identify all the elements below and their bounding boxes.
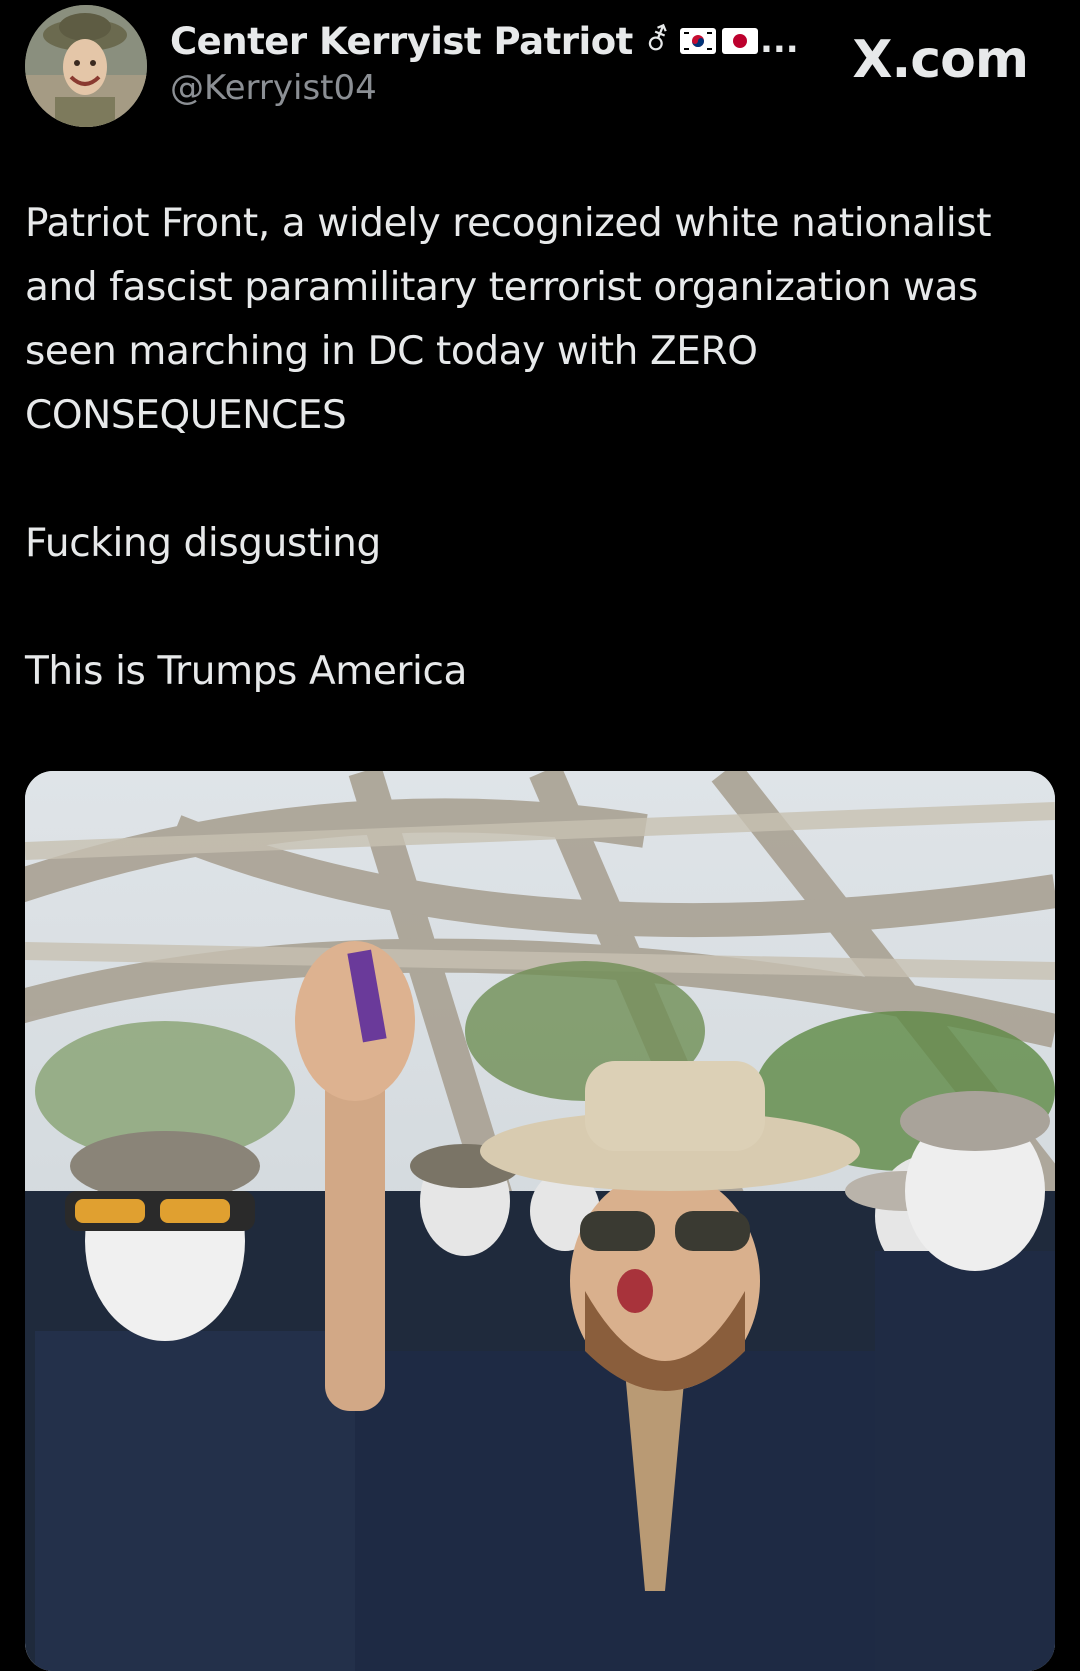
author-handle[interactable]: @Kerryist04 (170, 68, 377, 108)
gender-symbol-icon: ⚦ (644, 23, 670, 58)
name-truncation-ellipsis: ... (759, 21, 799, 61)
photo-scene (25, 771, 1055, 1671)
post-paragraph-1: Patriot Front, a widely recognized white… (25, 201, 992, 438)
site-watermark: X.com (852, 30, 1029, 90)
post-media-photo[interactable] (25, 771, 1055, 1671)
japan-flag-icon (721, 28, 758, 54)
avatar-image (25, 5, 147, 127)
author-avatar[interactable] (25, 5, 147, 127)
author-name-row: Center Kerryist Patriot ⚦ ... (170, 16, 799, 66)
post-paragraph-3: This is Trumps America (25, 649, 468, 694)
south-korea-flag-icon (679, 28, 716, 54)
post-header: Center Kerryist Patriot ⚦ ... @Kerryist0… (0, 0, 1080, 140)
author-display-name[interactable]: Center Kerryist Patriot (170, 20, 633, 63)
post-text: Patriot Front, a widely recognized white… (25, 192, 1025, 704)
post-paragraph-2: Fucking disgusting (25, 521, 381, 566)
